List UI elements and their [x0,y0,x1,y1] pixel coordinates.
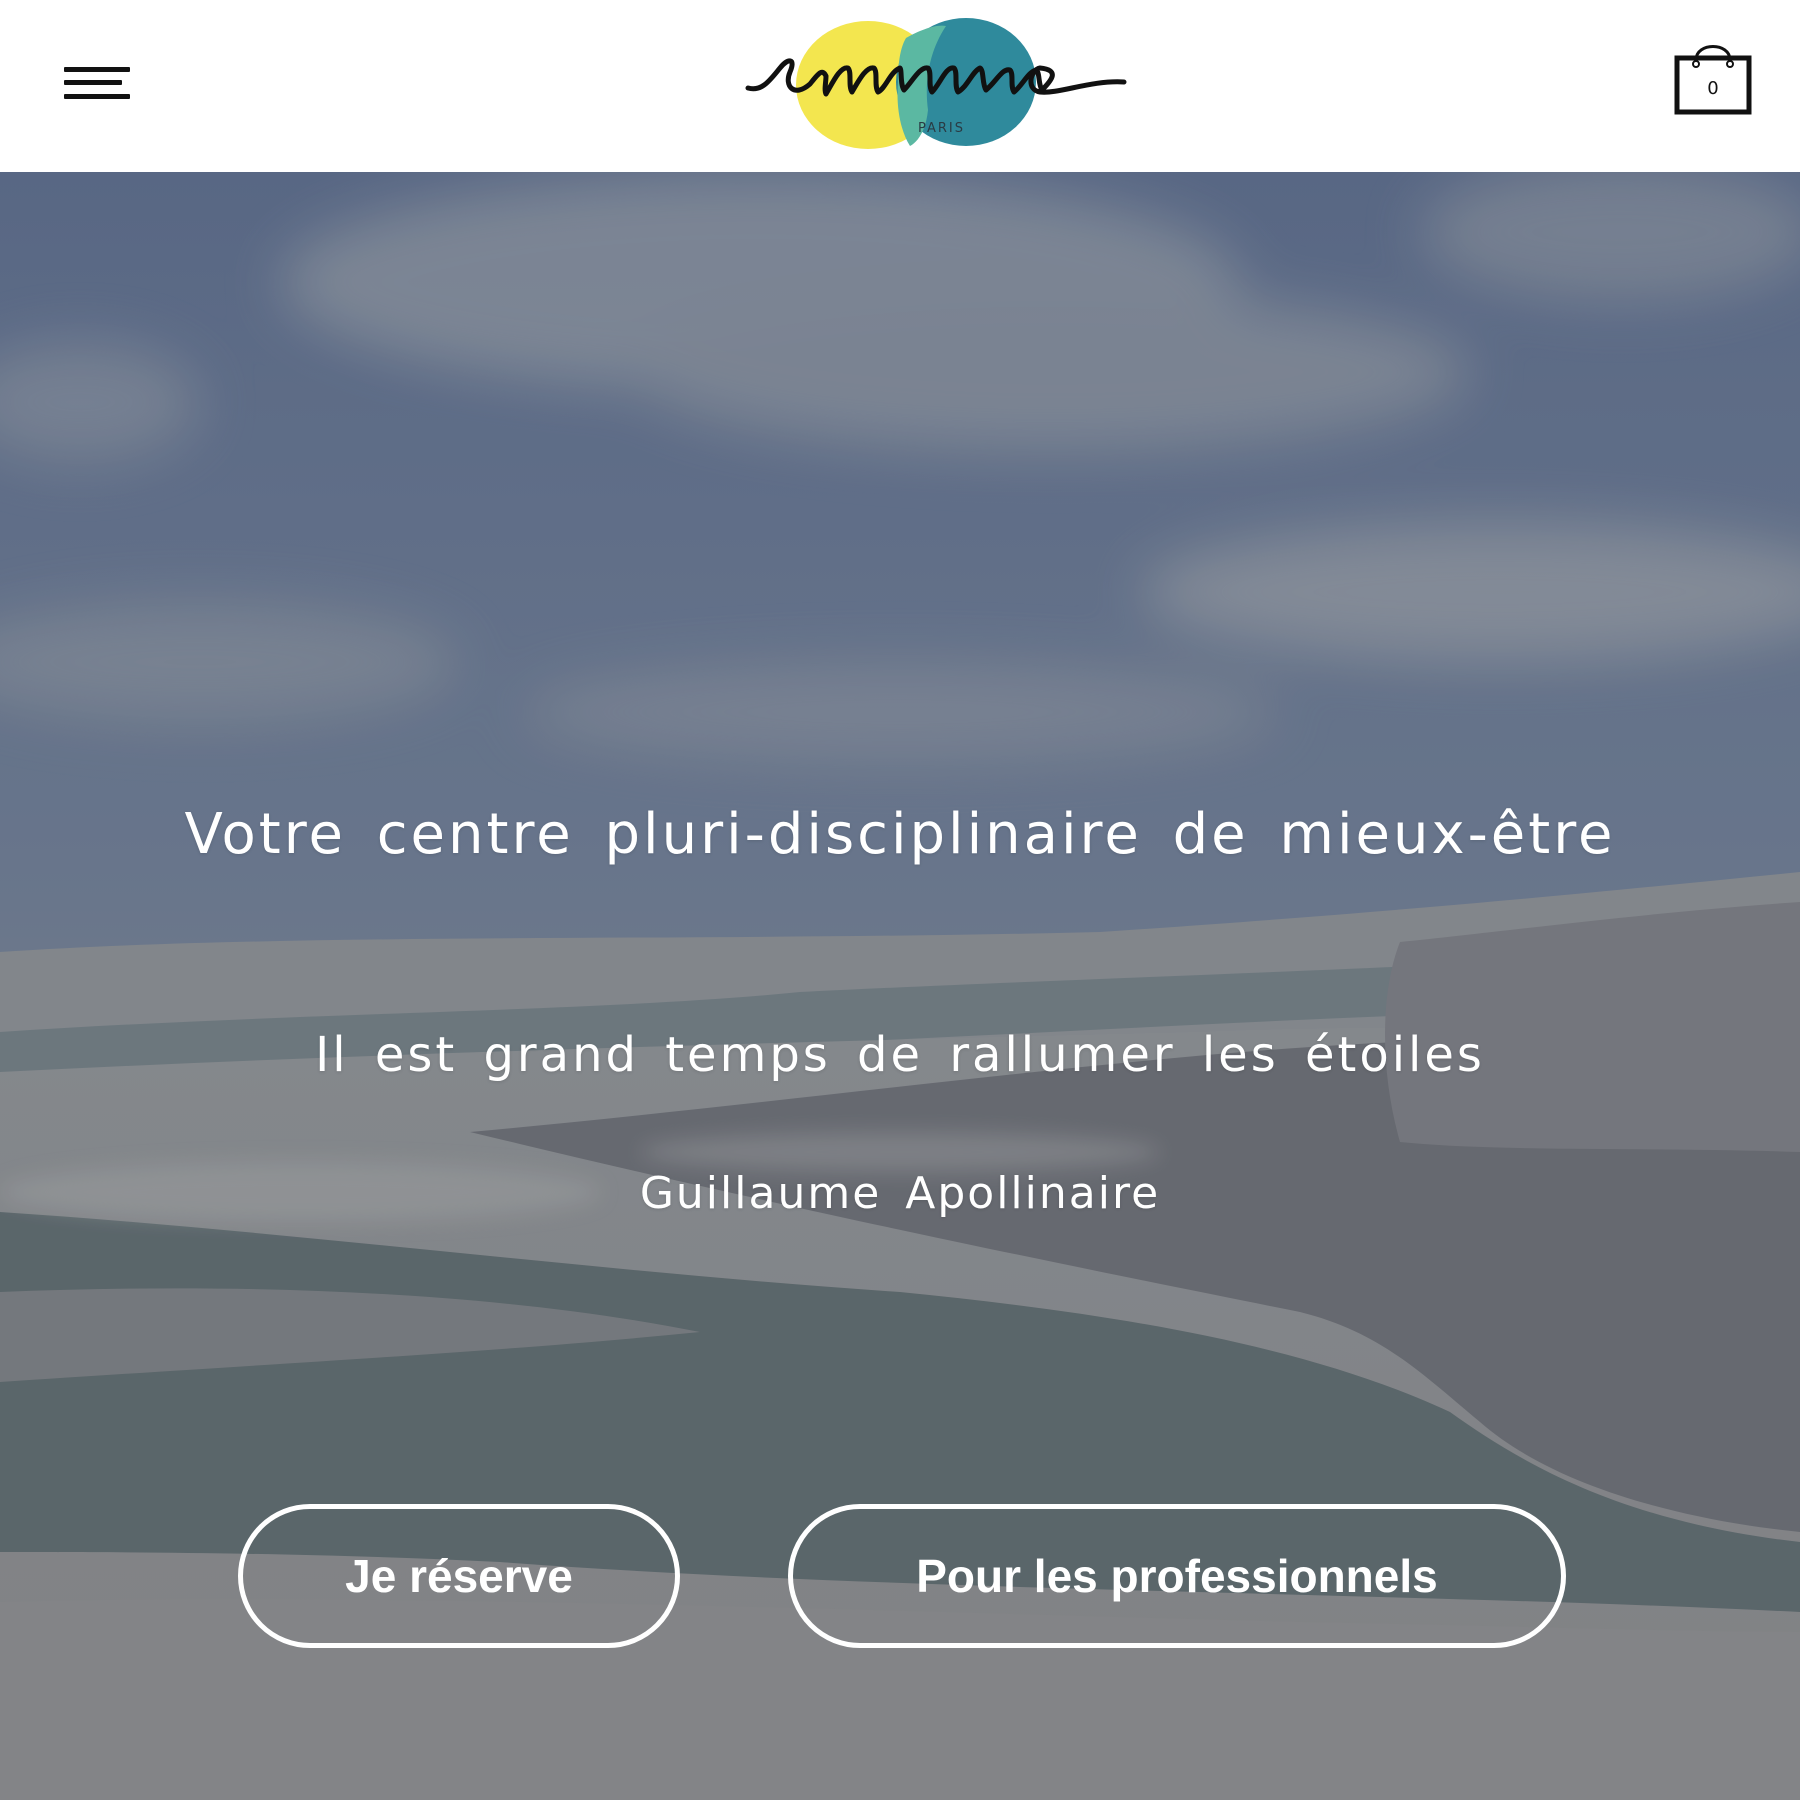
hero-quote: Il est grand temps de rallumer les étoil… [315,1027,1485,1083]
cart-count: 0 [1707,78,1718,99]
hero-section: Votre centre pluri-disciplinaire de mieu… [0,172,1800,1800]
shopping-bag-icon[interactable]: 0 [1672,38,1758,118]
menu-line [64,67,130,72]
site-header: PARIS 0 [0,0,1800,172]
page: PARIS 0 Votre centre pluri-disciplinaire… [0,0,1800,1800]
professionals-button[interactable]: Pour les professionnels [788,1504,1566,1648]
logo-graphic: PARIS [745,18,1127,149]
emma-paris-logo[interactable]: PARIS [740,10,1130,160]
menu-line [64,80,122,85]
quote-author: Guillaume Apollinaire [639,1168,1161,1219]
hero-tagline: Votre centre pluri-disciplinaire de mieu… [184,802,1616,867]
menu-line [64,94,130,99]
hamburger-menu-icon[interactable] [56,58,136,114]
logo-subtitle: PARIS [918,121,965,136]
reserve-button[interactable]: Je réserve [238,1504,680,1648]
